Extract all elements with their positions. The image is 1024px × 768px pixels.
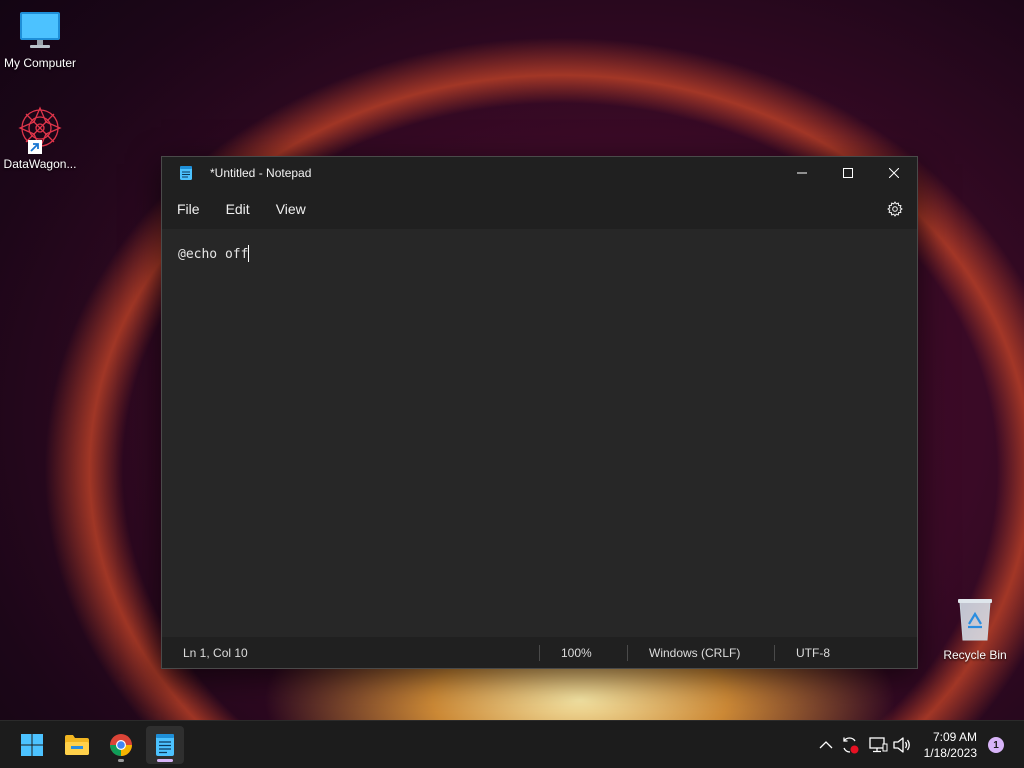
- clock-date: 1/18/2023: [923, 746, 977, 760]
- desktop-icon-datawagon[interactable]: DataWagon...: [0, 106, 80, 171]
- desktop-icon-my-computer[interactable]: My Computer: [0, 10, 80, 70]
- clock-time: 7:09 AM: [932, 730, 977, 744]
- chevron-up-icon: [819, 741, 833, 749]
- datawagon-icon: [16, 106, 64, 154]
- chrome-icon: [110, 734, 132, 756]
- taskbar-file-explorer[interactable]: [58, 726, 96, 764]
- sync-icon: [843, 737, 859, 754]
- menu-bar: File Edit View: [162, 189, 917, 229]
- notification-badge[interactable]: 1: [988, 737, 1004, 753]
- editor-text: @echo off: [178, 247, 249, 262]
- sync-status-button[interactable]: [840, 735, 860, 755]
- taskbar: 7:09 AM 1/18/2023 1: [0, 720, 1024, 768]
- desktop-icon-recycle-bin[interactable]: Recycle Bin: [935, 596, 1015, 662]
- maximize-button[interactable]: [825, 157, 871, 189]
- windows-start-icon: [21, 734, 43, 756]
- settings-button[interactable]: [885, 199, 905, 219]
- text-caret: [248, 245, 250, 262]
- active-indicator: [157, 759, 173, 762]
- status-line-ending: Windows (CRLF): [649, 645, 741, 660]
- shortcut-arrow-icon: [28, 140, 42, 154]
- status-zoom: 100%: [561, 645, 592, 660]
- network-icon: [869, 737, 888, 753]
- window-title: *Untitled - Notepad: [210, 166, 312, 180]
- menu-file[interactable]: File: [168, 195, 209, 223]
- menu-view[interactable]: View: [267, 195, 315, 223]
- system-clock[interactable]: 7:09 AM 1/18/2023: [924, 729, 977, 761]
- status-bar: Ln 1, Col 10 100% Windows (CRLF) UTF-8: [162, 637, 917, 668]
- notepad-icon: [179, 165, 193, 181]
- desktop-icon-label: DataWagon...: [3, 157, 77, 171]
- minimize-button[interactable]: [779, 157, 825, 189]
- network-button[interactable]: [868, 735, 888, 755]
- gear-icon: [887, 201, 903, 217]
- text-editor[interactable]: @echo off: [162, 229, 917, 637]
- notepad-icon: [156, 734, 174, 756]
- status-encoding: UTF-8: [796, 645, 830, 660]
- folder-icon: [65, 735, 89, 755]
- notepad-window: *Untitled - Notepad File Edit View @echo…: [161, 156, 918, 669]
- taskbar-chrome[interactable]: [102, 726, 140, 764]
- menu-edit[interactable]: Edit: [217, 195, 259, 223]
- title-bar[interactable]: *Untitled - Notepad: [162, 157, 917, 189]
- running-indicator: [118, 759, 124, 762]
- volume-button[interactable]: [892, 735, 912, 755]
- close-button[interactable]: [871, 157, 917, 189]
- minimize-icon: [797, 172, 807, 174]
- desktop-icon-label: Recycle Bin: [943, 648, 1007, 662]
- status-position: Ln 1, Col 10: [183, 645, 248, 660]
- monitor-icon: [0, 10, 80, 53]
- maximize-icon: [843, 168, 853, 178]
- speaker-icon: [893, 737, 910, 753]
- close-icon: [889, 168, 899, 178]
- recycle-bin-icon: [935, 596, 1015, 645]
- start-button[interactable]: [13, 726, 51, 764]
- desktop-icon-label: My Computer: [3, 56, 77, 70]
- taskbar-notepad[interactable]: [146, 726, 184, 764]
- show-hidden-icons-button[interactable]: [816, 735, 836, 755]
